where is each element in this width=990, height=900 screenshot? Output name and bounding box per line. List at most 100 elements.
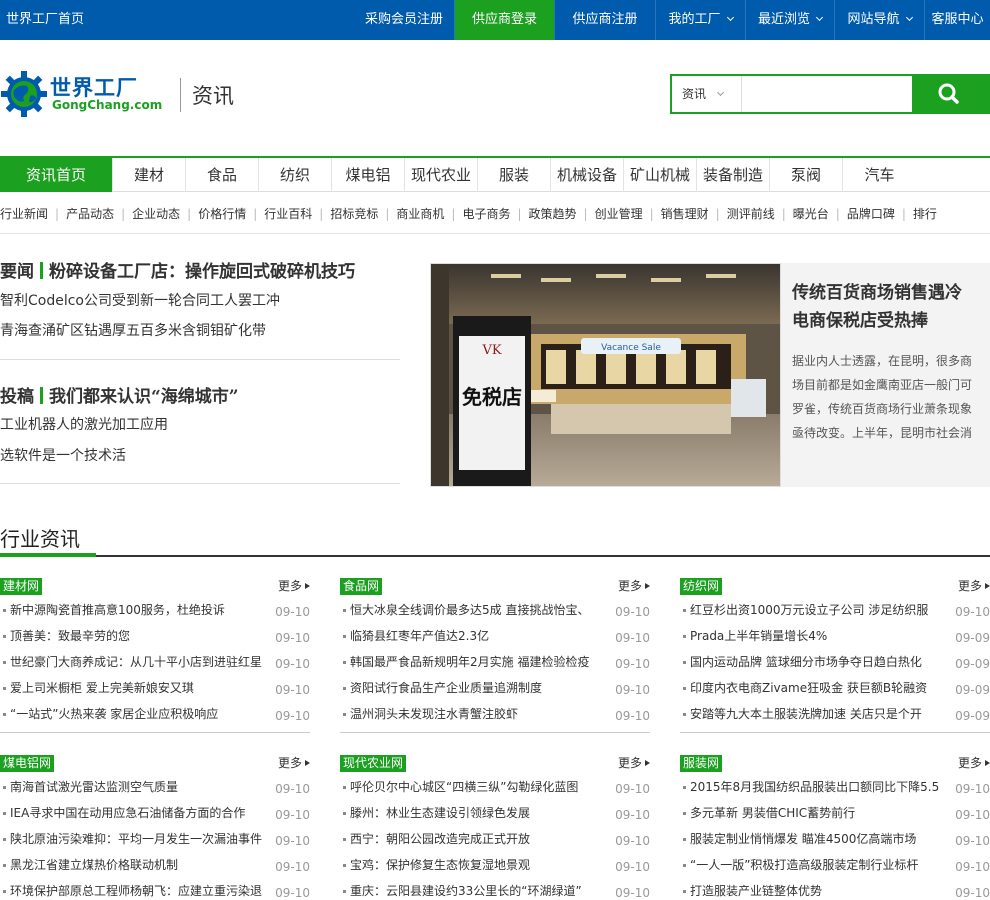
customer-service-link[interactable]: 客服中心	[924, 0, 990, 40]
supplier-login-link[interactable]: 供应商登录	[454, 0, 554, 40]
subnav-item[interactable]: 企业动态	[132, 204, 180, 224]
feature-image[interactable]: Vacance Sale VK 免税店	[430, 263, 781, 487]
list-item[interactable]: 打造服装产业链整体优势 09-10	[680, 878, 990, 900]
list-item[interactable]: 多元革新 男装借CHIC蓄势前行 09-10	[680, 800, 990, 826]
subnav-item[interactable]: 商业商机	[396, 204, 444, 224]
block-tag[interactable]: 服装网	[680, 755, 723, 772]
site-logo[interactable]: 世界工厂 GongChang.com	[0, 70, 170, 118]
subnav-item[interactable]: 排行	[913, 204, 937, 224]
block-tag[interactable]: 建材网	[0, 578, 43, 595]
list-item[interactable]: 南海首试激光雷达监测空气质量 09-10	[0, 774, 310, 800]
supplier-register-link[interactable]: 供应商注册	[554, 0, 655, 40]
nav-news-home[interactable]: 资讯首页	[0, 158, 113, 192]
headline-text: 粉碎设备工厂店：操作旋回式破碎机技巧	[49, 262, 355, 282]
nav-mining-machinery[interactable]: 矿山机械	[624, 158, 697, 192]
headline-link[interactable]: 青海查涌矿区钻遇厚五百多米含铜钼矿化带	[0, 320, 266, 340]
subnav-item[interactable]: 品牌口碑	[847, 204, 895, 224]
list-item[interactable]: 环境保护部原总工程师杨朝飞：应建立重污染退 09-10	[0, 878, 310, 900]
search-input[interactable]	[744, 76, 912, 112]
nav-building[interactable]: 建材	[113, 158, 186, 192]
top-bar: 世界工厂首页 采购会员注册 供应商登录 供应商注册 我的工厂 最近浏览 网站导航…	[0, 0, 990, 40]
list-item[interactable]: 温州洞头未发现注水青蟹注胶虾 09-10	[340, 701, 650, 727]
list-item[interactable]: “一站式”火热来袭 家居企业应积极响应 09-10	[0, 701, 310, 727]
subnav-item[interactable]: 价格行情	[198, 204, 246, 224]
subnav-item[interactable]: 行业新闻	[0, 204, 48, 224]
subnav-item[interactable]: 测评前线	[727, 204, 775, 224]
feature-summary: 据业内人士透露，在昆明，很多商场目前都是如金鹰南亚店一般门可罗雀，传统百货商场行…	[792, 354, 973, 440]
subnav-item[interactable]: 电子商务	[462, 204, 510, 224]
list-item[interactable]: 黑龙江省建立煤热价格联动机制 09-10	[0, 852, 310, 878]
more-link[interactable]: 更多	[958, 578, 990, 595]
subnav-divider: |	[901, 207, 906, 221]
news-list: 南海首试激光雷达监测空气质量 09-10 IEA寻求中国在动用应急石油储备方面的合…	[0, 774, 310, 900]
list-item[interactable]: 红豆杉出资1000万元设立子公司 涉足纺织服 09-10	[680, 597, 990, 623]
nav-pumps-valves[interactable]: 泵阀	[770, 158, 843, 192]
list-item[interactable]: 2015年8月我国纺织品服装出口额同比下降5.5 09-10	[680, 774, 990, 800]
block-tag[interactable]: 现代农业网	[340, 755, 407, 772]
list-item[interactable]: 新中源陶瓷首推高意100服务，杜绝投诉 09-10	[0, 597, 310, 623]
nav-apparel[interactable]: 服装	[478, 158, 551, 192]
list-item[interactable]: 资阳试行食品生产企业质量追溯制度 09-10	[340, 675, 650, 701]
nav-equipment[interactable]: 装备制造	[697, 158, 770, 192]
list-item[interactable]: 服装定制业悄悄爆发 瞄准4500亿高端市场 09-10	[680, 826, 990, 852]
my-factory-menu[interactable]: 我的工厂	[655, 0, 745, 40]
home-link[interactable]: 世界工厂首页	[6, 0, 84, 40]
list-item[interactable]: 韩国最严食品新规明年2月实施 福建检验检疫 09-10	[340, 649, 650, 675]
nav-food[interactable]: 食品	[186, 158, 259, 192]
subnav-divider: |	[649, 207, 654, 221]
list-item[interactable]: 国内运动品牌 篮球细分市场争夺日趋白热化 09-09	[680, 649, 990, 675]
feature-title[interactable]: 传统百货商场销售遇冷 电商保税店受热捧	[792, 279, 980, 335]
more-link[interactable]: 更多	[618, 578, 650, 595]
list-item[interactable]: 重庆：云阳县建设约33公里长的“环湖绿道” 09-10	[340, 878, 650, 900]
nav-machinery[interactable]: 机械设备	[551, 158, 624, 192]
nav-auto[interactable]: 汽车	[843, 158, 916, 192]
headline-title[interactable]: 要闻 粉碎设备工厂店：操作旋回式破碎机技巧	[0, 257, 355, 282]
contrib-link[interactable]: 选软件是一个技术活	[0, 445, 126, 465]
recent-browse-menu[interactable]: 最近浏览	[745, 0, 834, 40]
list-item[interactable]: Prada上半年销量增长4% 09-09	[680, 623, 990, 649]
nav-textile[interactable]: 纺织	[259, 158, 332, 192]
news-list: 2015年8月我国纺织品服装出口额同比下降5.5 09-10 多元革新 男装借CH…	[680, 774, 990, 900]
arrow-right-icon	[645, 760, 650, 766]
headline-link[interactable]: 智利Codelco公司受到新一轮合同工人罢工冲	[0, 290, 280, 310]
search-button[interactable]	[912, 76, 988, 112]
nav-coal-power[interactable]: 煤电铝	[332, 158, 405, 192]
list-item[interactable]: 顶善美：致最辛劳的您 09-10	[0, 623, 310, 649]
more-link[interactable]: 更多	[618, 755, 650, 772]
list-item[interactable]: IEA寻求中国在动用应急石油储备方面的合作 09-10	[0, 800, 310, 826]
subnav-divider: |	[835, 207, 840, 221]
list-item[interactable]: 印度内衣电商Zivame狂吸金 获巨额B轮融资 09-09	[680, 675, 990, 701]
list-item[interactable]: 宝鸡：保护修复生态恢复湿地景观 09-10	[340, 852, 650, 878]
contrib-link[interactable]: 工业机器人的激光加工应用	[0, 414, 168, 434]
list-item[interactable]: 滕州：林业生态建设引领绿色发展 09-10	[340, 800, 650, 826]
site-nav-menu[interactable]: 网站导航	[834, 0, 924, 40]
list-item[interactable]: 世纪豪门大商养成记：从几十平小店到进驻红星 09-10	[0, 649, 310, 675]
list-item[interactable]: “一人一版”积极打造高级服装定制行业标杆 09-10	[680, 852, 990, 878]
list-item[interactable]: 恒大冰泉全线调价最多达5成 直接挑战怡宝、 09-10	[340, 597, 650, 623]
search-scope-select[interactable]: 资讯	[672, 76, 742, 112]
list-item[interactable]: 西宁：朝阳公园改造完成正式开放 09-10	[340, 826, 650, 852]
subnav-item[interactable]: 创业管理	[595, 204, 643, 224]
subnav-item[interactable]: 招标竞标	[330, 204, 378, 224]
list-item[interactable]: 临猗县红枣年产值达2.3亿 09-10	[340, 623, 650, 649]
more-link[interactable]: 更多	[958, 755, 990, 772]
more-link[interactable]: 更多	[278, 578, 310, 595]
subnav-item[interactable]: 曝光台	[793, 204, 829, 224]
buyer-register-link[interactable]: 采购会员注册	[354, 0, 454, 40]
contrib-title[interactable]: 投稿 我们都来认识“海绵城市”	[0, 382, 239, 407]
more-link[interactable]: 更多	[278, 755, 310, 772]
block-tag[interactable]: 纺织网	[680, 578, 723, 595]
subnav-item[interactable]: 政策趋势	[529, 204, 577, 224]
bullet-icon	[3, 687, 6, 690]
list-item[interactable]: 爱上司米橱柜 爱上完美新娘安又琪 09-10	[0, 675, 310, 701]
list-item[interactable]: 呼伦贝尔中心城区“四横三纵”勾勒绿化蓝图 09-10	[340, 774, 650, 800]
nav-agriculture[interactable]: 现代农业	[405, 158, 478, 192]
block-tag[interactable]: 食品网	[340, 578, 383, 595]
subnav-item[interactable]: 产品动态	[66, 204, 114, 224]
subnav-item[interactable]: 销售理财	[661, 204, 709, 224]
block-tag[interactable]: 煤电铝网	[0, 755, 55, 772]
bullet-icon	[343, 838, 346, 841]
list-item[interactable]: 安踏等九大本土服装洗牌加速 关店只是个开 09-09	[680, 701, 990, 727]
list-item[interactable]: 陕北原油污染难抑：平均一月发生一次漏油事件 09-10	[0, 826, 310, 852]
subnav-item[interactable]: 行业百科	[264, 204, 312, 224]
